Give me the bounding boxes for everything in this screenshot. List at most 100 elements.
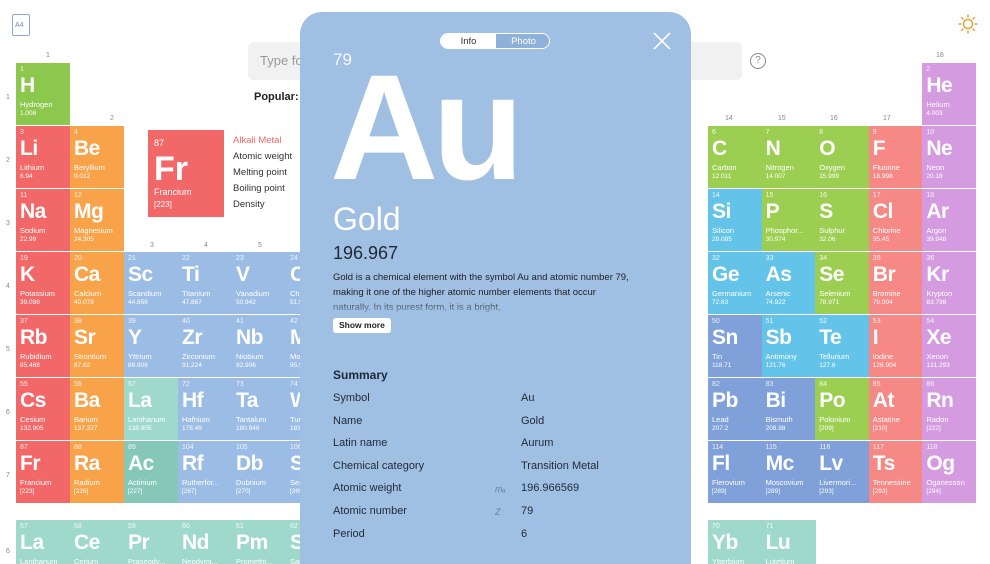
- element-cell-weight: 40.078: [74, 299, 94, 306]
- element-cell-pm[interactable]: 61 Pm Promethi...: [232, 520, 286, 564]
- element-cell-number: 35: [872, 255, 881, 262]
- element-cell-number: 18: [926, 192, 935, 199]
- element-cell-yb[interactable]: 70 Yb Ytterbium: [708, 520, 762, 564]
- element-cell-i[interactable]: 53 I Iodine 126.904: [868, 315, 923, 377]
- close-icon[interactable]: [651, 30, 673, 52]
- element-cell-bi[interactable]: 83 Bi Bismuth 208.98: [761, 378, 816, 440]
- element-cell-mc[interactable]: 115 Mc Moscovium [289]: [761, 441, 816, 503]
- summary-row: Symbol Au: [333, 392, 663, 410]
- element-cell-s[interactable]: 16 S Sulphur 32.06: [815, 189, 870, 251]
- element-cell-weight: 180.948: [236, 425, 260, 432]
- element-cell-la[interactable]: 57 La Lanthanum: [16, 520, 70, 564]
- element-cell-number: 22: [182, 255, 190, 262]
- element-cell-weight: 4.003: [926, 110, 943, 117]
- element-cell-number: 55: [20, 381, 28, 388]
- element-cell-symbol: Mc: [765, 452, 795, 475]
- element-cell-n[interactable]: 7 N Nitrogen 14.007: [761, 126, 816, 188]
- element-cell-number: 74: [290, 381, 298, 388]
- element-cell-mg[interactable]: 12 Mg Magnesium 24.305: [70, 189, 124, 251]
- element-cell-at[interactable]: 85 At Astatine [210]: [868, 378, 923, 440]
- element-cell-number: 24: [290, 255, 298, 262]
- element-cell-fl[interactable]: 114 Fl Flerovium [289]: [708, 441, 762, 503]
- group-label: 17: [883, 115, 891, 122]
- element-cell-se[interactable]: 34 Se Selenium 78.971: [815, 252, 870, 314]
- element-cell-ne[interactable]: 10 Ne Neon 20.18: [922, 126, 977, 188]
- element-cell-pr[interactable]: 59 Pr Praseody...: [124, 520, 178, 564]
- help-icon[interactable]: ?: [750, 53, 766, 69]
- element-cell-lu[interactable]: 71 Lu Lutetium: [761, 520, 816, 564]
- element-cell-symbol: Hf: [182, 389, 204, 412]
- element-cell-ar[interactable]: 18 Ar Argon 39.948: [922, 189, 977, 251]
- element-cell-sn[interactable]: 50 Sn Tin 118.71: [708, 315, 762, 377]
- element-cell-ba[interactable]: 56 Ba Barium 137.327: [70, 378, 124, 440]
- document-size-icon[interactable]: A4: [12, 14, 30, 36]
- element-cell-db[interactable]: 105 Db Dubnium [270]: [232, 441, 286, 503]
- element-cell-la[interactable]: 57 La Lanthanum 138.905: [124, 378, 178, 440]
- element-cell-nb[interactable]: 41 Nb Niobium 92.906: [232, 315, 286, 377]
- element-cell-sr[interactable]: 38 Sr Strontium 87.62: [70, 315, 124, 377]
- element-cell-p[interactable]: 15 P Phosphor... 30.974: [761, 189, 816, 251]
- element-cell-ta[interactable]: 73 Ta Tantalum 180.948: [232, 378, 286, 440]
- element-cell-ge[interactable]: 32 Ge Germanium 72.63: [708, 252, 762, 314]
- element-cell-te[interactable]: 52 Te Tellurium 127.6: [815, 315, 870, 377]
- element-cell-he[interactable]: 2 He Helium 4.003: [922, 63, 977, 125]
- element-cell-hf[interactable]: 72 Hf Hafnium 178.49: [178, 378, 232, 440]
- element-cell-sc[interactable]: 21 Sc Scandium 44.956: [124, 252, 178, 314]
- element-cell-kr[interactable]: 36 Kr Krypton 83.798: [922, 252, 977, 314]
- element-cell-ca[interactable]: 20 Ca Calcium 40.078: [70, 252, 124, 314]
- element-cell-rn[interactable]: 86 Rn Radon [222]: [922, 378, 977, 440]
- element-cell-ti[interactable]: 22 Ti Titanium 47.867: [178, 252, 232, 314]
- element-cell-name: Oganesson: [926, 478, 965, 487]
- element-cell-zr[interactable]: 40 Zr Zirconium 91.224: [178, 315, 232, 377]
- element-cell-na[interactable]: 11 Na Sodium 22.99: [16, 189, 70, 251]
- element-cell-lv[interactable]: 116 Lv Livermori... [293]: [815, 441, 870, 503]
- element-cell-k[interactable]: 19 K Potassium 39.098: [16, 252, 70, 314]
- period-label: 1: [6, 94, 10, 101]
- element-cell-symbol: Li: [20, 137, 38, 160]
- theme-sun-icon[interactable]: [958, 14, 978, 34]
- element-cell-ac[interactable]: 89 Ac Actinium [227]: [124, 441, 178, 503]
- element-cell-v[interactable]: 23 V Vanadium 50.942: [232, 252, 286, 314]
- group-label: 18: [936, 52, 944, 59]
- element-cell-number: 23: [236, 255, 244, 262]
- period-label: 2: [6, 157, 10, 164]
- summary-value: Transition Metal: [521, 459, 599, 472]
- element-cell-symbol: Mg: [74, 200, 104, 223]
- element-cell-fr[interactable]: 87 Fr Francium [223]: [16, 441, 70, 503]
- element-cell-li[interactable]: 3 Li Lithium 6.94: [16, 126, 70, 188]
- element-cell-name: Astatine: [872, 415, 900, 424]
- element-cell-ts[interactable]: 117 Ts Tennessine [293]: [868, 441, 923, 503]
- element-cell-o[interactable]: 8 O Oxygen 15.999: [815, 126, 870, 188]
- element-cell-symbol: N: [765, 137, 781, 160]
- show-more-button[interactable]: Show more: [333, 318, 391, 333]
- element-cell-weight: [293]: [819, 488, 834, 495]
- element-cell-nd[interactable]: 60 Nd Neodymi...: [178, 520, 232, 564]
- element-cell-number: 12: [74, 192, 82, 199]
- element-cell-h[interactable]: 1 H Hydrogen 1.008: [16, 63, 70, 125]
- element-cell-f[interactable]: 9 F Fluorine 18.998: [868, 126, 923, 188]
- element-cell-cl[interactable]: 17 Cl Chlorine 35.45: [868, 189, 923, 251]
- element-cell-y[interactable]: 39 Y Yttrium 88.906: [124, 315, 178, 377]
- element-cell-ce[interactable]: 58 Ce Cerium: [70, 520, 124, 564]
- element-cell-sb[interactable]: 51 Sb Antimony 121.76: [761, 315, 816, 377]
- element-cell-pb[interactable]: 82 Pb Lead 207.2: [708, 378, 762, 440]
- element-cell-si[interactable]: 14 Si Silicon 28.085: [708, 189, 762, 251]
- element-cell-po[interactable]: 84 Po Polonium [209]: [815, 378, 870, 440]
- element-cell-rf[interactable]: 104 Rf Rutherfor... [267]: [178, 441, 232, 503]
- element-cell-weight: 35.45: [872, 236, 890, 243]
- element-cell-og[interactable]: 118 Og Oganesson [294]: [922, 441, 977, 503]
- group-label: 5: [258, 242, 262, 249]
- element-cell-xe[interactable]: 54 Xe Xenon 131.293: [922, 315, 977, 377]
- element-cell-number: 20: [74, 255, 82, 262]
- element-cell-be[interactable]: 4 Be Beryllium 9.012: [70, 126, 124, 188]
- element-cell-c[interactable]: 6 C Carbon 12.011: [708, 126, 762, 188]
- element-cell-symbol: Cs: [20, 389, 46, 412]
- element-cell-as[interactable]: 33 As Arsenic 74.922: [761, 252, 816, 314]
- element-cell-number: 16: [819, 192, 827, 199]
- element-cell-rb[interactable]: 37 Rb Rubidium 85.468: [16, 315, 70, 377]
- element-cell-ra[interactable]: 88 Ra Radium [226]: [70, 441, 124, 503]
- element-cell-cs[interactable]: 55 Cs Cesium 132.905: [16, 378, 70, 440]
- element-cell-number: 87: [20, 444, 28, 451]
- element-cell-br[interactable]: 35 Br Bromine 79.904: [868, 252, 923, 314]
- element-cell-symbol: Kr: [926, 263, 949, 286]
